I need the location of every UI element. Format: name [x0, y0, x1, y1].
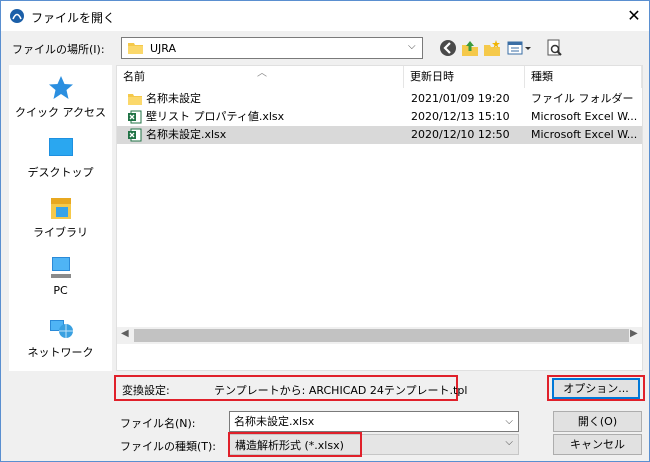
place-network[interactable]: ネットワーク: [9, 315, 112, 360]
network-icon: [49, 320, 73, 338]
place-label: デスクトップ: [27, 166, 94, 179]
column-header-name[interactable]: ︿ 名前: [117, 66, 404, 88]
file-type: Microsoft Excel W...: [531, 128, 638, 141]
filetype-highlight: 構造解析形式 (*.xlsx): [228, 432, 362, 457]
file-row[interactable]: 壁リスト プロパティ値.xlsx 2020/12/13 15:10 Micros…: [117, 108, 642, 126]
place-library[interactable]: ライブラリ: [9, 195, 112, 240]
new-folder-icon[interactable]: [483, 39, 501, 57]
place-pc[interactable]: PC: [9, 255, 112, 297]
chevron-down-icon: ⌵: [408, 41, 416, 52]
file-row-selected[interactable]: 名称未設定.xlsx 2020/12/10 12:50 Microsoft Ex…: [117, 126, 642, 144]
lookin-combo[interactable]: UJRA ⌵: [121, 37, 423, 59]
place-label: PC: [53, 284, 68, 297]
column-header-modified[interactable]: 更新日時: [404, 66, 525, 88]
place-label: ライブラリ: [33, 226, 88, 239]
folder-icon: [128, 43, 143, 54]
column-header-modified-label: 更新日時: [410, 70, 454, 83]
file-list[interactable]: ︿ 名前 更新日時 種類 名称未設定 2021/01/09 19:20 ファイル…: [116, 65, 643, 371]
folder-icon: [128, 94, 142, 105]
file-name: 壁リスト プロパティ値.xlsx: [146, 110, 285, 123]
filename-label: ファイル名(N):: [120, 417, 196, 430]
title-bar: ファイルを開く ✕: [1, 1, 649, 31]
lookin-value: UJRA: [150, 42, 177, 55]
place-quick-access[interactable]: クイック アクセス: [9, 75, 112, 120]
file-type: Microsoft Excel W...: [531, 110, 638, 123]
filename-value: 名称未設定.xlsx: [234, 415, 315, 428]
chevron-down-icon[interactable]: ⌵: [505, 412, 513, 431]
archicad-app-icon: [10, 9, 24, 23]
window-title: ファイルを開く: [31, 11, 116, 25]
file-name-cell: 壁リスト プロパティ値.xlsx: [128, 108, 398, 126]
conversion-label: 変換設定:: [122, 384, 170, 397]
place-desktop[interactable]: デスクトップ: [9, 135, 112, 180]
back-icon[interactable]: [439, 39, 457, 57]
column-header-type-label: 種類: [531, 70, 553, 83]
column-header-type[interactable]: 種類: [525, 66, 642, 88]
file-modified: 2020/12/10 12:50: [411, 128, 510, 141]
close-button[interactable]: ✕: [623, 5, 645, 27]
open-button[interactable]: 開く(O): [553, 411, 642, 432]
view-menu-icon[interactable]: [507, 39, 533, 57]
desktop-icon: [48, 138, 73, 156]
preview-icon[interactable]: [546, 39, 564, 57]
pc-icon: [50, 257, 71, 278]
filetype-label: ファイルの種類(T):: [120, 440, 217, 453]
up-folder-icon[interactable]: [461, 39, 479, 57]
file-name-cell: 名称未設定: [128, 90, 398, 108]
options-button[interactable]: オプション...: [552, 378, 640, 399]
scroll-left-icon[interactable]: ◀: [121, 328, 129, 339]
file-name: 名称未設定.xlsx: [146, 128, 227, 141]
library-icon: [50, 198, 71, 219]
filename-input[interactable]: 名称未設定.xlsx ⌵: [229, 411, 519, 432]
quick-access-star-icon: [48, 76, 73, 99]
horizontal-scrollbar[interactable]: ◀ ▶: [117, 327, 642, 344]
file-type: ファイル フォルダー: [531, 92, 634, 105]
lookin-label: ファイルの場所(I):: [12, 43, 105, 56]
excel-icon: [128, 110, 142, 124]
filetype-value: 構造解析形式 (*.xlsx): [235, 439, 344, 452]
conversion-settings-highlight: 変換設定: テンプレートから: ARCHICAD 24テンプレート.tpl: [114, 375, 467, 401]
open-file-dialog: ファイルを開く ✕ ファイルの場所(I): UJRA ⌵ クイック アクセス デ…: [0, 0, 650, 462]
cancel-button[interactable]: キャンセル: [553, 434, 642, 455]
place-label: ネットワーク: [27, 346, 94, 359]
chevron-down-icon[interactable]: ⌵: [505, 437, 513, 448]
place-label: クイック アクセス: [15, 106, 106, 119]
file-row[interactable]: 名称未設定 2021/01/09 19:20 ファイル フォルダー: [117, 90, 642, 108]
scrollbar-thumb[interactable]: [134, 329, 629, 342]
sort-up-icon: ︿: [257, 68, 267, 79]
file-modified: 2020/12/13 15:10: [411, 110, 510, 123]
file-modified: 2021/01/09 19:20: [411, 92, 510, 105]
places-bar: クイック アクセス デスクトップ ライブラリ PC ネットワーク: [9, 65, 112, 371]
options-button-highlight: オプション...: [547, 375, 645, 401]
file-name-cell: 名称未設定.xlsx: [128, 126, 398, 144]
conversion-value: テンプレートから: ARCHICAD 24テンプレート.tpl: [214, 384, 468, 397]
excel-icon: [128, 128, 142, 142]
scroll-right-icon[interactable]: ▶: [630, 328, 638, 339]
column-header-name-label: 名前: [123, 70, 145, 83]
